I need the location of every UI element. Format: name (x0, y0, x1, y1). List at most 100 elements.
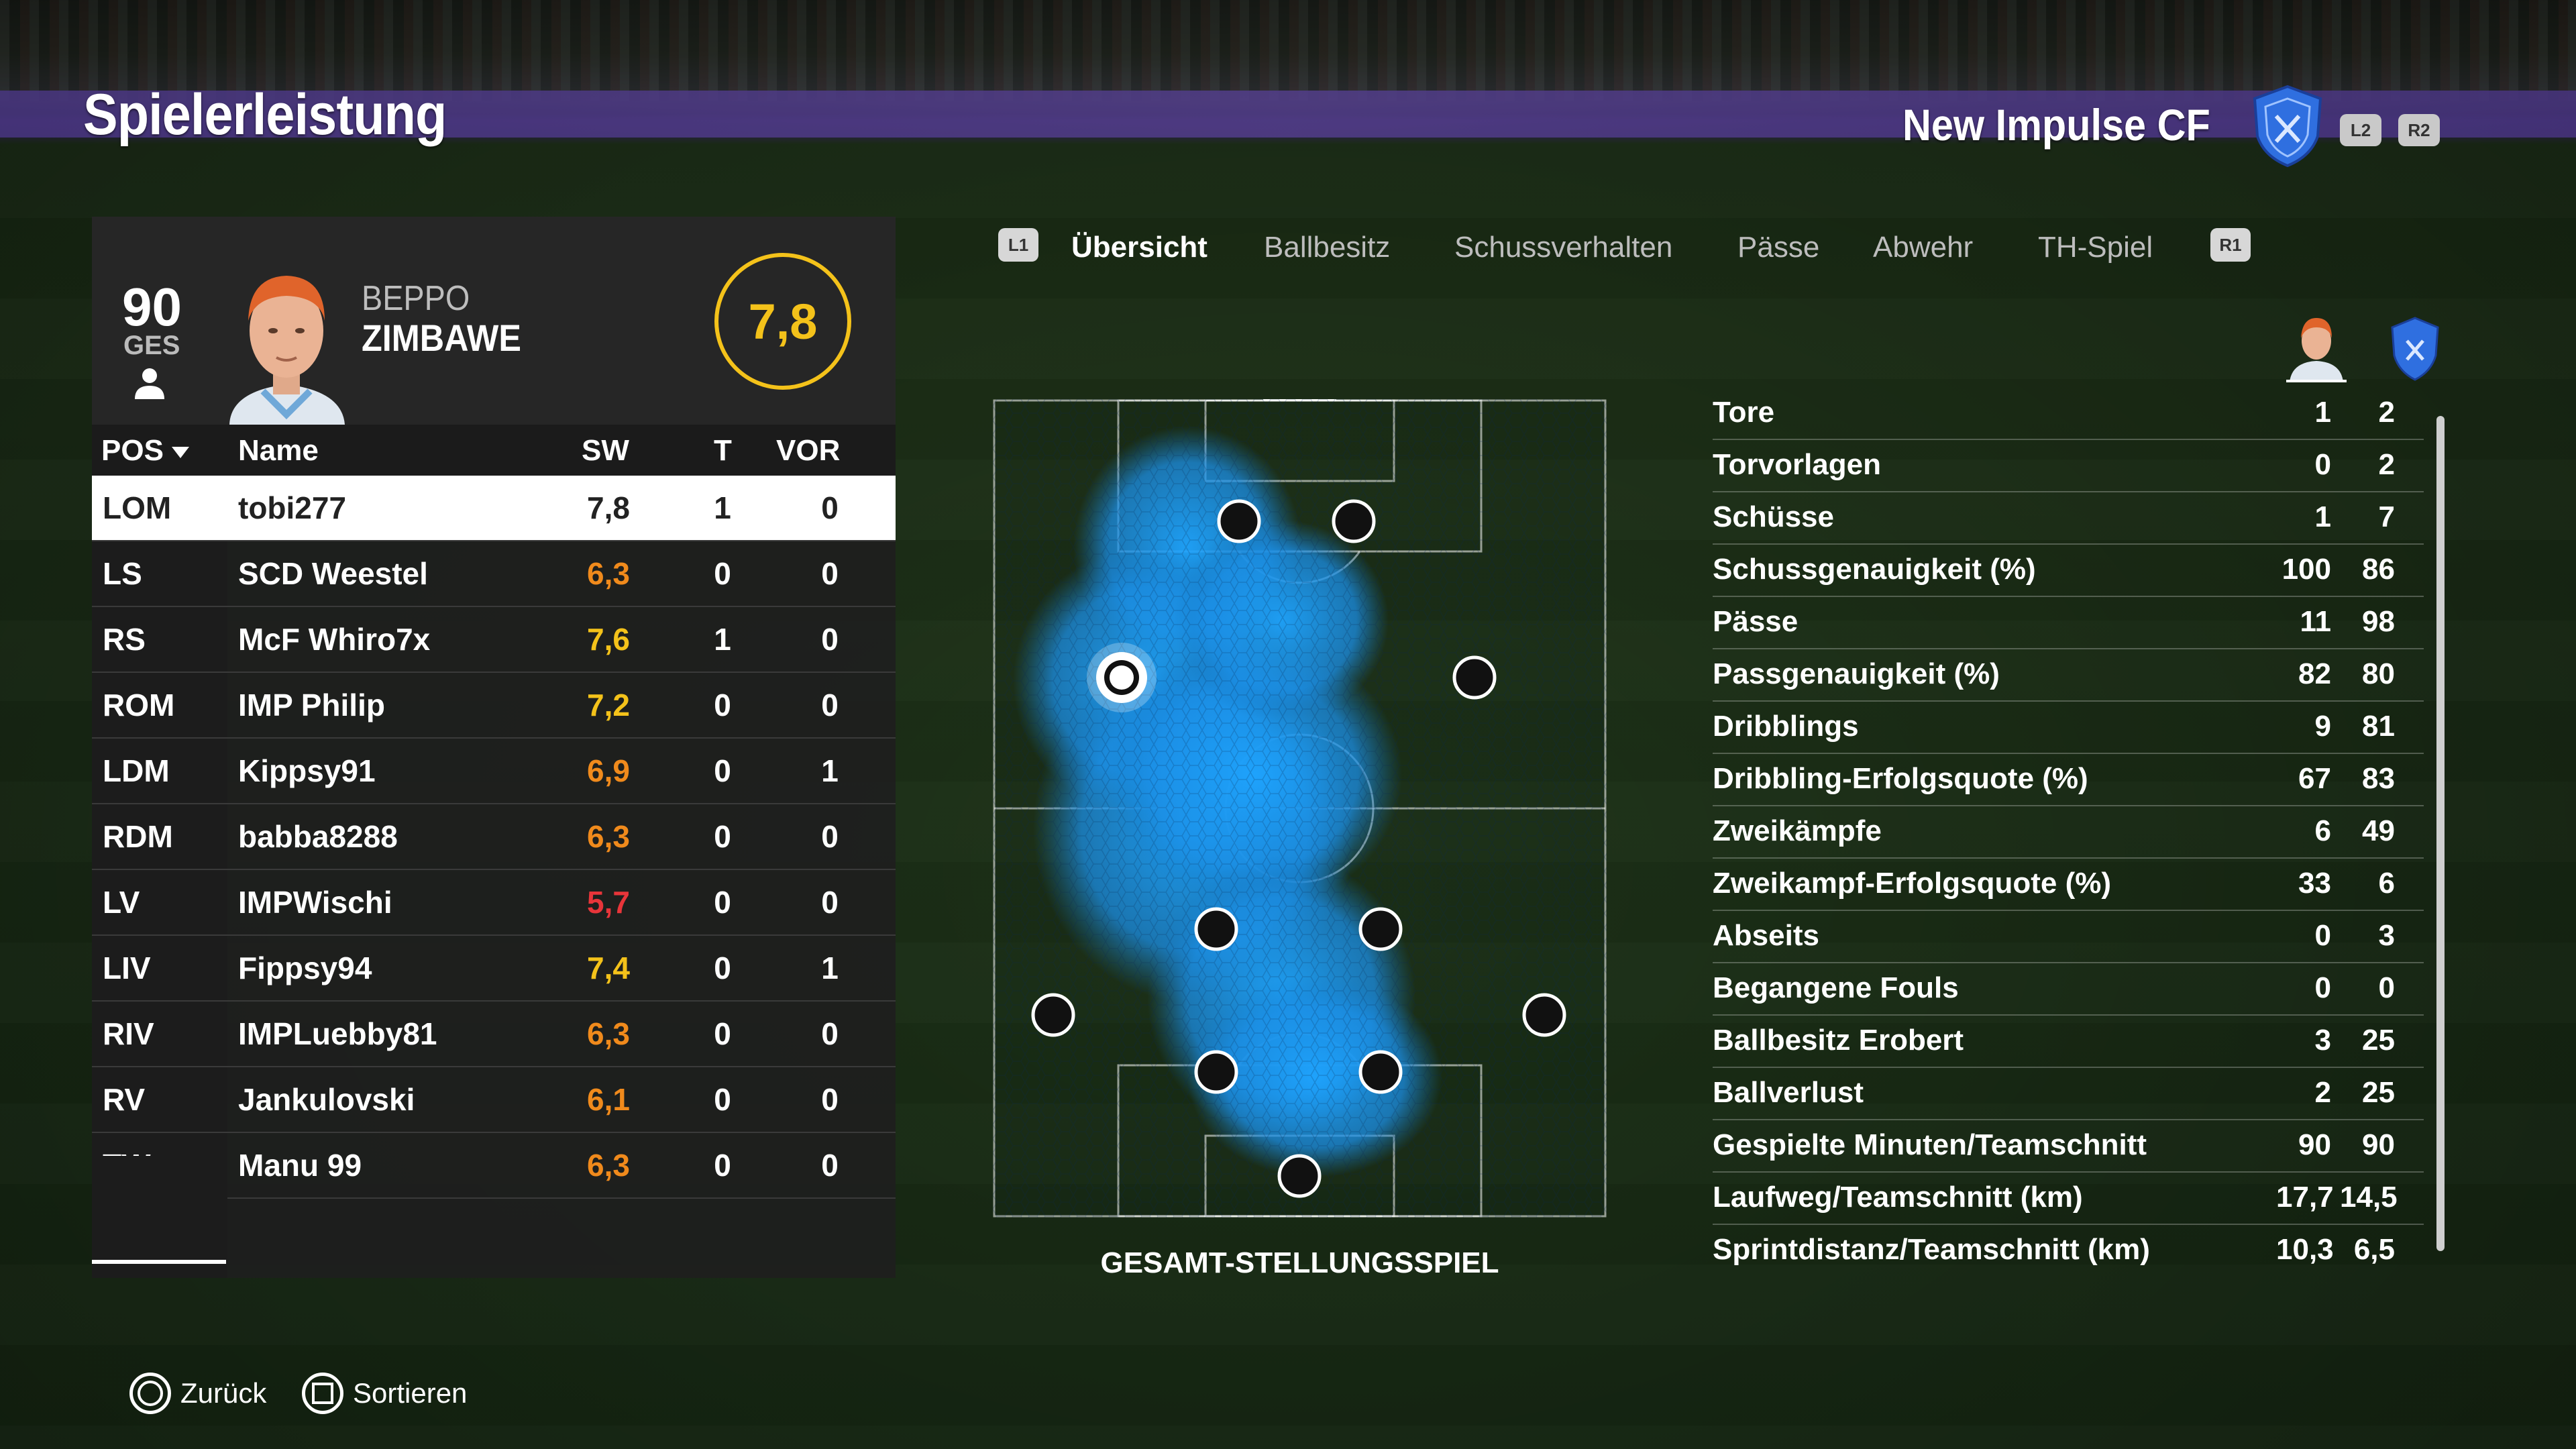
stat-player-value: 17,7 (2276, 1181, 2334, 1214)
stat-player-value: 0 (2314, 971, 2331, 1004)
player-header: 90 GES BEPPO ZIMBAWE 7,8 (92, 217, 896, 425)
stat-label: Zweikampf-Erfolgsquote (%) (1713, 867, 2112, 900)
square-button-icon (302, 1373, 343, 1414)
stat-team-value: 98 (2362, 605, 2395, 638)
table-row[interactable]: LS SCD Weestel 6,3 0 0 (92, 541, 896, 607)
row-name: babba8288 (238, 819, 398, 854)
stat-player-value: 6 (2314, 814, 2331, 847)
stat-label: Laufweg/Teamschnitt (km) (1713, 1181, 2083, 1214)
table-row[interactable]: LDM Kippsy91 6,9 0 1 (92, 739, 896, 804)
row-goals: 0 (714, 1148, 731, 1183)
sort-pos-header[interactable]: POS (101, 434, 189, 468)
row-rating: 6,9 (587, 753, 630, 788)
team-crest-icon (2253, 85, 2322, 168)
row-pos: LOM (92, 476, 227, 540)
r1-button[interactable]: R1 (2210, 228, 2251, 262)
row-rating: 7,8 (587, 490, 630, 525)
stat-team-value: 6,5 (2353, 1233, 2395, 1266)
stat-row: Ballverlust 2 25 (1713, 1068, 2424, 1120)
stat-label: Begangene Fouls (1713, 971, 1959, 1004)
row-assists: 0 (821, 819, 839, 854)
l2-button[interactable]: L2 (2340, 114, 2381, 146)
row-name: IMPWischi (238, 885, 392, 920)
stats-scrollbar[interactable] (2436, 416, 2445, 1251)
table-row[interactable]: LV IMPWischi 5,7 0 0 (92, 870, 896, 936)
tab-ballbesitz[interactable]: Ballbesitz (1264, 231, 1390, 264)
row-rating: 6,3 (587, 1016, 630, 1051)
row-assists: 0 (821, 885, 839, 920)
sort-button[interactable]: Sortieren (302, 1373, 467, 1414)
stat-label: Dribblings (1713, 710, 1859, 743)
stats-list: Tore 1 2 Torvorlagen 0 2 Schüsse 1 7 Schussgenaui… (1713, 388, 2424, 1277)
tab-abwehr[interactable]: Abwehr (1873, 231, 1973, 264)
selected-player-marker (1087, 643, 1157, 712)
row-pos: ROM (92, 673, 227, 737)
row-name: Fippsy94 (238, 951, 372, 985)
stat-row: Gespielte Minuten/Teamschnitt 90 90 (1713, 1120, 2424, 1173)
row-rating: 6,3 (587, 819, 630, 854)
sort-label: Sortieren (353, 1377, 468, 1409)
stat-label: Tore (1713, 396, 1775, 429)
t-header: T (714, 434, 732, 467)
stat-label: Gespielte Minuten/Teamschnitt (1713, 1128, 2147, 1161)
overall-rating: 90 (122, 277, 182, 337)
team-name: New Impulse CF (1902, 100, 2210, 150)
team-crest-small-icon (2391, 317, 2439, 381)
row-goals: 0 (714, 885, 731, 920)
stat-team-value: 83 (2362, 762, 2395, 795)
row-assists: 1 (821, 951, 839, 985)
table-row[interactable]: RV Jankulovski 6,1 0 0 (92, 1067, 896, 1133)
back-label: Zurück (180, 1377, 267, 1409)
stat-row: Zweikämpfe 6 49 (1713, 806, 2424, 859)
tab-uebersicht[interactable]: Übersicht (1071, 231, 1208, 264)
stat-label: Ballverlust (1713, 1076, 1864, 1109)
stat-team-value: 3 (2378, 919, 2395, 952)
stat-row: Abseits 0 3 (1713, 911, 2424, 963)
stat-row: Passgenauigkeit (%) 82 80 (1713, 649, 2424, 702)
table-header: POS Name SW T VOR (92, 425, 896, 476)
table-row[interactable]: LOM tobi277 7,8 1 0 (92, 476, 896, 541)
stat-player-value: 0 (2314, 448, 2331, 481)
stat-team-value: 14,5 (2340, 1181, 2398, 1214)
row-goals: 0 (714, 1016, 731, 1051)
stat-label: Dribbling-Erfolgsquote (%) (1713, 762, 2088, 795)
stat-team-value: 80 (2362, 657, 2395, 690)
r2-button[interactable]: R2 (2398, 114, 2440, 146)
row-name: McF Whiro7x (238, 622, 431, 657)
row-assists: 1 (821, 753, 839, 788)
table-row[interactable]: ROM IMP Philip 7,2 0 0 (92, 673, 896, 739)
row-goals: 0 (714, 1082, 731, 1117)
row-assists: 0 (821, 1016, 839, 1051)
l1-button[interactable]: L1 (998, 228, 1038, 262)
table-row[interactable]: RDM babba8288 6,3 0 0 (92, 804, 896, 870)
row-name: tobi277 (238, 490, 347, 525)
table-row[interactable]: RIV IMPLuebby81 6,3 0 0 (92, 1002, 896, 1067)
player-first-name: BEPPO (362, 279, 470, 318)
row-assists: 0 (821, 1148, 839, 1183)
row-rating: 7,6 (587, 622, 630, 657)
tab-schussverhalten[interactable]: Schussverhalten (1454, 231, 1672, 264)
stat-row: Zweikampf-Erfolgsquote (%) 33 6 (1713, 859, 2424, 911)
row-goals: 0 (714, 688, 731, 722)
row-pos: LDM (92, 739, 227, 803)
stat-player-value: 100 (2282, 553, 2331, 586)
row-rating: 6,3 (587, 1148, 630, 1183)
row-goals: 1 (714, 490, 731, 525)
row-name: Manu 99 (238, 1148, 362, 1183)
table-row[interactable]: RS McF Whiro7x 7,6 1 0 (92, 607, 896, 673)
tab-paesse[interactable]: Pässe (1737, 231, 1819, 264)
stat-team-value: 86 (2362, 553, 2395, 586)
row-goals: 1 (714, 622, 731, 657)
row-rating: 6,3 (587, 556, 630, 591)
row-assists: 0 (821, 622, 839, 657)
stat-label: Passgenauigkeit (%) (1713, 657, 2000, 690)
row-name: SCD Weestel (238, 556, 428, 591)
name-header: Name (238, 434, 319, 467)
stat-label: Abseits (1713, 919, 1819, 952)
stat-player-value: 2 (2314, 1076, 2331, 1109)
tab-th-spiel[interactable]: TH-Spiel (2038, 231, 2153, 264)
back-button[interactable]: Zurück (129, 1373, 266, 1414)
list-scroll-indicator (92, 1260, 226, 1264)
row-assists: 0 (821, 490, 839, 525)
table-row[interactable]: LIV Fippsy94 7,4 0 1 (92, 936, 896, 1002)
